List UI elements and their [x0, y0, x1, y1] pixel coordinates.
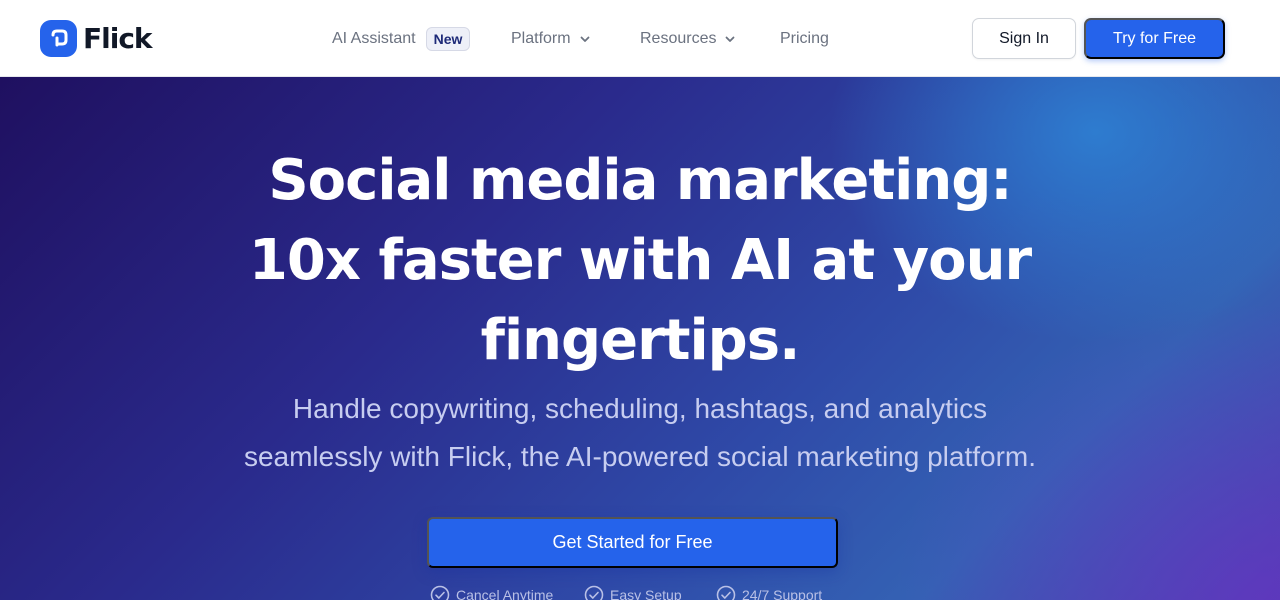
feature-label: Cancel Anytime	[456, 587, 554, 600]
check-circle-icon	[716, 585, 736, 600]
nav-platform[interactable]: Platform	[511, 26, 591, 52]
flick-logo-icon	[40, 19, 77, 57]
hero-section: Social media marketing: 10x faster with …	[0, 77, 1280, 600]
feature-item: Easy Setup	[584, 585, 682, 600]
headline-line: Social media marketing:	[268, 148, 1012, 213]
new-badge: New	[425, 27, 471, 51]
headline-line: fingertips.	[480, 308, 801, 373]
nav-resources[interactable]: Resources	[640, 26, 736, 52]
feature-item: 24/7 Support	[716, 585, 822, 600]
check-circle-icon	[430, 585, 450, 600]
feature-label: 24/7 Support	[742, 587, 823, 600]
check-circle-icon	[584, 585, 604, 600]
brand-name: Flick	[83, 21, 153, 55]
nav-ai-assistant-label: AI Assistant	[332, 30, 416, 47]
sign-in-button[interactable]: Sign In	[972, 18, 1076, 59]
feature-list: Cancel Anytime Easy Setup 24/7 Support	[430, 585, 850, 600]
nav-pricing-label: Pricing	[780, 30, 829, 47]
subheadline-line: seamlessly with Flick, the AI-powered so…	[243, 441, 1037, 472]
get-started-button[interactable]: Get Started for Free	[427, 517, 838, 568]
nav-platform-label: Platform	[511, 30, 571, 47]
nav-resources-label: Resources	[640, 30, 717, 47]
chevron-down-icon	[724, 33, 736, 45]
subheadline-line: Handle copywriting, scheduling, hashtags…	[292, 393, 988, 424]
hero-subheadline: Handle copywriting, scheduling, hashtags…	[140, 385, 1140, 481]
feature-item: Cancel Anytime	[430, 585, 553, 600]
nav-pricing[interactable]: Pricing	[780, 26, 829, 52]
try-for-free-button[interactable]: Try for Free	[1084, 18, 1225, 59]
feature-label: Easy Setup	[610, 587, 682, 600]
nav-ai-assistant[interactable]: AI Assistant New	[332, 26, 471, 52]
hero-headline: Social media marketing: 10x faster with …	[140, 141, 1140, 381]
chevron-down-icon	[579, 33, 591, 45]
headline-line: 10x faster with AI at your	[248, 228, 1032, 293]
site-header: Flick AI Assistant New Platform Resource…	[0, 0, 1280, 77]
flick-logo[interactable]: Flick	[40, 19, 153, 57]
